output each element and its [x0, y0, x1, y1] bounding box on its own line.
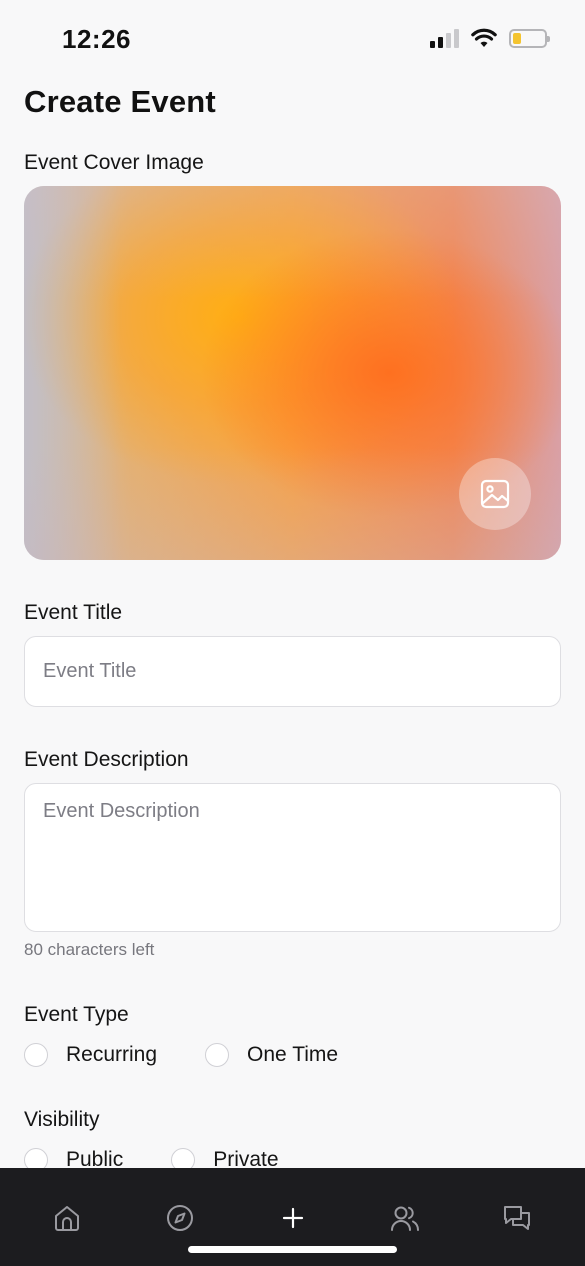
wifi-icon — [471, 28, 497, 47]
event-title-input[interactable] — [24, 636, 561, 707]
status-time: 12:26 — [62, 24, 131, 54]
home-indicator — [188, 1246, 397, 1253]
home-icon — [55, 1206, 79, 1231]
radio-circle[interactable] — [205, 1043, 230, 1067]
tab-community[interactable] — [388, 1201, 422, 1235]
radio-one-time[interactable]: One Time — [205, 1043, 338, 1067]
tab-explore[interactable] — [163, 1201, 197, 1235]
status-icons — [430, 28, 550, 48]
tab-home[interactable] — [50, 1201, 84, 1235]
radio-recurring[interactable]: Recurring — [24, 1043, 157, 1067]
tab-messages[interactable] — [500, 1201, 534, 1235]
status-bar: 12:26 — [0, 0, 585, 78]
plus-icon — [282, 1207, 304, 1229]
event-title-label: Event Title — [24, 601, 123, 624]
image-icon — [480, 479, 510, 509]
visibility-label: Visibility — [24, 1108, 100, 1131]
tab-create[interactable] — [276, 1201, 310, 1235]
event-description-label: Event Description — [24, 748, 189, 771]
chat-icon — [504, 1206, 530, 1230]
upload-image-button[interactable] — [459, 458, 531, 530]
event-description-input[interactable] — [24, 783, 561, 932]
people-icon — [391, 1206, 419, 1231]
event-type-options: Recurring One Time — [24, 1043, 338, 1067]
radio-circle[interactable] — [24, 1043, 48, 1067]
event-type-label: Event Type — [24, 1003, 129, 1026]
compass-icon — [167, 1205, 193, 1231]
radio-label: Recurring — [66, 1043, 158, 1066]
cover-image-picker[interactable] — [24, 186, 561, 560]
character-count: 80 characters left — [24, 940, 155, 959]
radio-label: One Time — [247, 1043, 339, 1066]
battery-icon — [509, 28, 550, 48]
cellular-signal-icon — [430, 28, 459, 48]
page-title: Create Event — [24, 84, 216, 119]
cover-image-label: Event Cover Image — [24, 151, 204, 174]
